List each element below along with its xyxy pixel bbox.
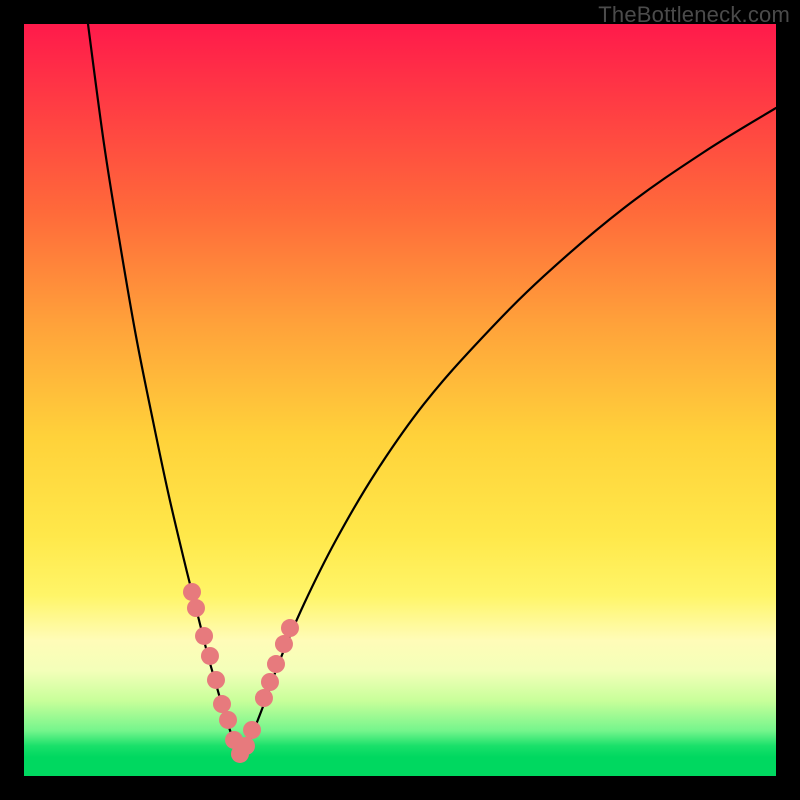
marker-point: [207, 671, 225, 689]
marker-point: [243, 721, 261, 739]
watermark-label: TheBottleneck.com: [598, 2, 790, 28]
chart-frame: TheBottleneck.com: [0, 0, 800, 800]
marker-point: [267, 655, 285, 673]
curve-svg: [24, 24, 776, 776]
marker-point: [201, 647, 219, 665]
plot-area: [24, 24, 776, 776]
marker-point: [213, 695, 231, 713]
marker-point: [187, 599, 205, 617]
curve-right-branch: [240, 108, 776, 756]
marker-point: [255, 689, 273, 707]
marker-point: [281, 619, 299, 637]
marker-point: [183, 583, 201, 601]
markers-group: [183, 583, 299, 763]
marker-point: [261, 673, 279, 691]
marker-point: [237, 737, 255, 755]
marker-point: [219, 711, 237, 729]
marker-point: [195, 627, 213, 645]
marker-point: [275, 635, 293, 653]
curve-left-branch: [88, 24, 240, 756]
